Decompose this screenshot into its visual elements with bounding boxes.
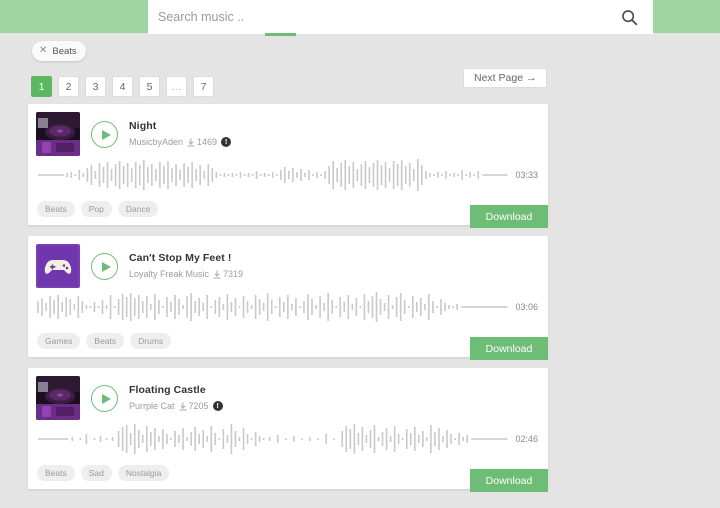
track-artist[interactable]: Loyalty Freak Music bbox=[129, 269, 209, 279]
track-footer: Beats Sad Nostalgia Download bbox=[28, 456, 548, 492]
tag[interactable]: Sad bbox=[80, 464, 112, 481]
pagination: 1 2 3 4 5 … 7 bbox=[31, 76, 214, 97]
download-count-value: 1469 bbox=[197, 137, 218, 147]
info-icon[interactable]: ! bbox=[221, 137, 232, 147]
download-count-value: 7205 bbox=[188, 401, 209, 411]
track-thumbnail[interactable] bbox=[36, 244, 80, 288]
play-icon bbox=[101, 393, 111, 404]
download-button[interactable]: Download bbox=[470, 337, 548, 360]
track-meta: Night MusicbyAden 1469 ! bbox=[129, 120, 232, 147]
track-list: Night MusicbyAden 1469 ! 03:33 Beats Pop… bbox=[28, 104, 548, 500]
download-count: 7205 bbox=[179, 401, 209, 411]
download-count-value: 7319 bbox=[223, 269, 244, 279]
waveform[interactable] bbox=[36, 290, 509, 324]
waveform-row: 03:33 bbox=[28, 158, 548, 192]
track-artist[interactable]: MusicbyAden bbox=[129, 137, 183, 147]
track-duration: 03:33 bbox=[515, 170, 538, 180]
track-duration: 03:06 bbox=[515, 302, 538, 312]
track-card: Night MusicbyAden 1469 ! 03:33 Beats Pop… bbox=[28, 104, 548, 228]
filter-chip-beats[interactable]: ✕ Beats bbox=[32, 41, 86, 61]
download-arrow-icon bbox=[187, 138, 195, 147]
info-icon[interactable]: ! bbox=[212, 401, 223, 411]
waveform-row: 03:06 bbox=[28, 290, 548, 324]
search-input[interactable] bbox=[154, 9, 619, 25]
track-card: Floating Castle Purrple Cat 7205 ! 02:46… bbox=[28, 368, 548, 492]
track-tags: Beats Pop Dance bbox=[37, 200, 159, 217]
track-header: Can't Stop My Feet ! Loyalty Freak Music… bbox=[28, 236, 548, 290]
download-button[interactable]: Download bbox=[470, 205, 548, 228]
active-filters: ✕ Beats bbox=[32, 40, 86, 61]
tag[interactable]: Beats bbox=[37, 200, 75, 217]
track-footer: Beats Pop Dance Download bbox=[28, 192, 548, 228]
page-button-3[interactable]: 3 bbox=[85, 76, 106, 97]
track-duration: 02:46 bbox=[515, 434, 538, 444]
track-title: Night bbox=[129, 120, 157, 132]
download-button[interactable]: Download bbox=[470, 469, 548, 492]
download-count: 1469 bbox=[187, 137, 217, 147]
track-artist[interactable]: Purrple Cat bbox=[129, 401, 175, 411]
play-button[interactable] bbox=[91, 385, 118, 412]
track-thumbnail[interactable] bbox=[36, 376, 80, 420]
tag[interactable]: Beats bbox=[37, 464, 75, 481]
page-button-1[interactable]: 1 bbox=[31, 76, 52, 97]
track-meta: Floating Castle Purrple Cat 7205 ! bbox=[129, 384, 223, 411]
filter-chip-label: Beats bbox=[52, 45, 77, 57]
search-bar[interactable] bbox=[148, 0, 653, 34]
page-button-7[interactable]: 7 bbox=[193, 76, 214, 97]
tag[interactable]: Pop bbox=[80, 200, 112, 217]
download-arrow-icon bbox=[179, 402, 186, 411]
page-ellipsis: … bbox=[166, 76, 187, 97]
next-page-button[interactable]: Next Page → bbox=[463, 68, 548, 88]
tag[interactable]: Games bbox=[37, 332, 81, 349]
page-button-5[interactable]: 5 bbox=[139, 76, 160, 97]
track-header: Floating Castle Purrple Cat 7205 ! bbox=[28, 368, 548, 422]
page-button-2[interactable]: 2 bbox=[58, 76, 79, 97]
download-arrow-icon bbox=[213, 270, 221, 279]
tag[interactable]: Nostalgia bbox=[117, 464, 170, 481]
track-tags: Games Beats Drums bbox=[37, 332, 172, 349]
play-icon bbox=[101, 261, 111, 272]
play-icon bbox=[101, 129, 111, 140]
waveform[interactable] bbox=[36, 422, 509, 456]
track-title: Can't Stop My Feet ! bbox=[129, 252, 232, 264]
tag[interactable]: Drums bbox=[130, 332, 172, 349]
download-count: 7319 bbox=[213, 269, 243, 279]
tag[interactable]: Beats bbox=[86, 332, 125, 349]
active-tab-underline bbox=[265, 33, 296, 36]
play-button[interactable] bbox=[91, 253, 118, 280]
track-meta: Can't Stop My Feet ! Loyalty Freak Music… bbox=[129, 252, 243, 279]
track-subtitle: Loyalty Freak Music 7319 bbox=[129, 269, 243, 279]
waveform[interactable] bbox=[36, 158, 509, 192]
page-button-4[interactable]: 4 bbox=[112, 76, 133, 97]
track-subtitle: MusicbyAden 1469 ! bbox=[129, 137, 232, 147]
track-header: Night MusicbyAden 1469 ! bbox=[28, 104, 548, 158]
track-thumbnail[interactable] bbox=[36, 112, 80, 156]
tag[interactable]: Dance bbox=[117, 200, 159, 217]
track-tags: Beats Sad Nostalgia bbox=[37, 464, 170, 481]
search-icon[interactable] bbox=[619, 7, 639, 27]
track-title: Floating Castle bbox=[129, 384, 206, 396]
play-button[interactable] bbox=[91, 121, 118, 148]
track-card: Can't Stop My Feet ! Loyalty Freak Music… bbox=[28, 236, 548, 360]
track-footer: Games Beats Drums Download bbox=[28, 324, 548, 360]
waveform-row: 02:46 bbox=[28, 422, 548, 456]
track-subtitle: Purrple Cat 7205 ! bbox=[129, 401, 223, 411]
close-icon[interactable]: ✕ bbox=[39, 46, 47, 56]
